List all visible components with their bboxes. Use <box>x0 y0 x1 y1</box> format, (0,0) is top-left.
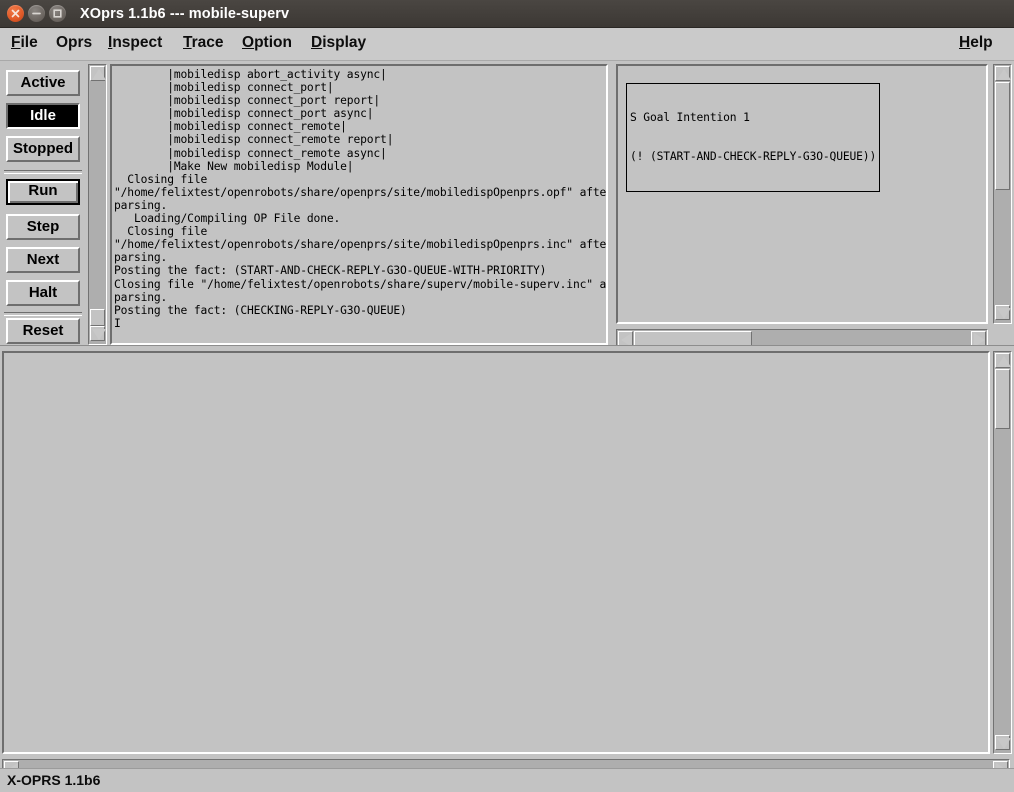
button-halt[interactable]: Halt <box>6 280 80 306</box>
lower-scroll-down-button[interactable] <box>995 735 1011 750</box>
console-line: Closing file <box>114 225 208 239</box>
goal-intention-panel[interactable]: S Goal Intention 1 (! (START-AND-CHECK-R… <box>616 64 988 324</box>
lower-scroll-up-button[interactable] <box>995 353 1011 368</box>
lower-vertical-scrollbar[interactable] <box>993 351 1012 754</box>
console-line: parsing. <box>114 290 168 304</box>
console-output-panel[interactable]: |mobiledisp abort_activity async| |mobil… <box>110 64 608 345</box>
goal-scroll-down-button[interactable] <box>995 305 1011 320</box>
console-line: parsing. <box>114 251 168 265</box>
console-line: Closing file <box>114 172 208 186</box>
lower-scroll-thumb[interactable] <box>995 369 1010 429</box>
window-titlebar: XOprs 1.1b6 --- mobile-superv <box>0 0 1014 28</box>
goal-hscroll-thumb[interactable] <box>634 331 752 346</box>
menu-trace[interactable]: Trace <box>183 34 224 52</box>
scroll-up-icon <box>996 356 1011 367</box>
goal-scroll-up-button[interactable] <box>995 66 1011 81</box>
maximize-icon <box>53 9 62 18</box>
button-reset[interactable]: Reset <box>6 318 80 344</box>
control-button-column: Active Idle Stopped Run Step Next Halt R… <box>0 62 86 348</box>
console-scroll-thumb[interactable] <box>90 309 105 326</box>
console-line: Posting the fact: (CHECKING-REPLY-G3O-QU… <box>114 303 407 317</box>
console-scroll-up-button[interactable] <box>90 66 106 81</box>
maximize-button[interactable] <box>49 5 66 22</box>
close-icon <box>11 9 20 18</box>
menu-display[interactable]: Display <box>311 34 366 52</box>
close-button[interactable] <box>7 5 24 22</box>
goal-intention-body: (! (START-AND-CHECK-REPLY-G3O-QUEUE)) <box>630 150 877 163</box>
button-next[interactable]: Next <box>6 247 80 273</box>
menu-oprs[interactable]: Oprs <box>56 34 92 52</box>
console-line: |mobiledisp connect_remote| <box>114 120 347 134</box>
upper-pane: Active Idle Stopped Run Step Next Halt R… <box>0 61 1014 349</box>
console-line: Closing file "/home/felixtest/openrobots… <box>114 277 608 291</box>
scroll-up-icon <box>91 69 106 80</box>
lower-pane <box>0 349 1014 778</box>
menu-file[interactable]: File <box>11 34 38 52</box>
console-line: |mobiledisp abort_activity async| <box>114 68 387 81</box>
console-line: |mobiledisp connect_port| <box>114 81 334 95</box>
console-line: |mobiledisp connect_port async| <box>114 107 374 121</box>
console-line: parsing. <box>114 198 168 212</box>
goal-intention-box[interactable]: S Goal Intention 1 (! (START-AND-CHECK-R… <box>626 83 881 192</box>
goal-scroll-right-button[interactable] <box>971 331 986 347</box>
goal-scroll-left-button[interactable] <box>618 331 633 347</box>
menu-option[interactable]: Option <box>242 34 292 52</box>
minimize-button[interactable] <box>28 5 45 22</box>
lower-graphics-panel[interactable] <box>2 351 990 754</box>
status-text: X-OPRS 1.1b6 <box>7 772 101 788</box>
scroll-down-icon <box>91 329 106 340</box>
goal-vertical-scrollbar[interactable] <box>993 64 1012 324</box>
console-line: Posting the fact: (START-AND-CHECK-REPLY… <box>114 264 547 278</box>
button-idle[interactable]: Idle <box>6 103 80 129</box>
button-step[interactable]: Step <box>6 214 80 240</box>
console-line: "/home/felixtest/openrobots/share/openpr… <box>114 185 608 199</box>
scroll-down-icon <box>996 308 1011 319</box>
console-line: "/home/felixtest/openrobots/share/openpr… <box>114 238 608 252</box>
console-vertical-scrollbar[interactable] <box>88 64 107 345</box>
separator-1 <box>4 170 82 174</box>
window-title: XOprs 1.1b6 --- mobile-superv <box>80 5 290 22</box>
scroll-down-icon <box>996 738 1011 749</box>
console-line: |mobiledisp connect_remote report| <box>114 133 394 147</box>
console-caret: I <box>114 316 121 330</box>
button-run[interactable]: Run <box>6 179 80 205</box>
button-active[interactable]: Active <box>6 70 80 96</box>
goal-intention-title: S Goal Intention 1 <box>630 111 750 124</box>
menubar: File Oprs Inspect Trace Option Display H… <box>0 28 1014 61</box>
console-line: |Make New mobiledisp Module| <box>114 159 354 173</box>
console-line: |mobiledisp connect_port report| <box>114 94 381 108</box>
goal-scroll-thumb[interactable] <box>995 82 1010 190</box>
console-line: Loading/Compiling OP File done. <box>114 212 341 226</box>
scroll-up-icon <box>996 69 1011 80</box>
menu-inspect[interactable]: Inspect <box>108 34 162 52</box>
button-stopped[interactable]: Stopped <box>6 136 80 162</box>
minimize-icon <box>32 12 41 15</box>
console-scroll-down-button[interactable] <box>90 326 106 341</box>
menu-help[interactable]: Help <box>959 34 993 52</box>
separator-2 <box>4 312 82 316</box>
console-text: |mobiledisp abort_activity async| |mobil… <box>112 66 606 330</box>
statusbar: X-OPRS 1.1b6 <box>0 768 1014 792</box>
console-line: |mobiledisp connect_remote async| <box>114 146 387 160</box>
